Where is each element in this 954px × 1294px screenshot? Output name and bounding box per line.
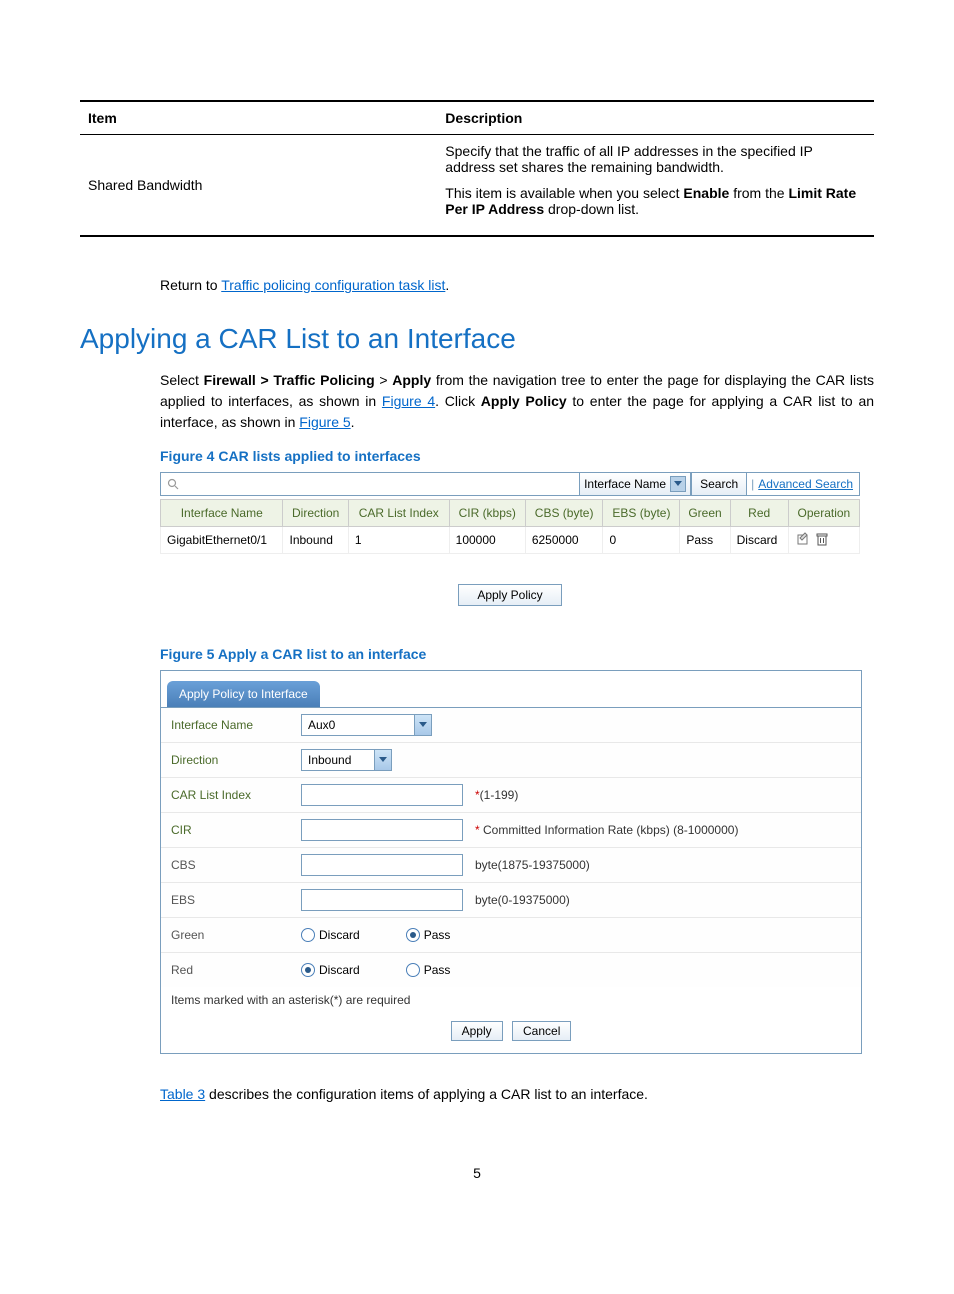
th-desc: Description (437, 101, 874, 135)
trash-icon[interactable] (814, 531, 830, 547)
search-bar: Interface Name Search | Advanced Search (160, 472, 860, 496)
direction-select[interactable]: Inbound (301, 749, 392, 771)
table3-link[interactable]: Table 3 (160, 1086, 205, 1102)
figure4-caption: Figure 4 CAR lists applied to interfaces (160, 448, 874, 464)
operation-cell (788, 527, 859, 554)
th-cir: CIR (kbps) (449, 500, 525, 527)
search-field-dropdown[interactable]: Interface Name (579, 472, 691, 496)
search-button[interactable]: Search (691, 472, 747, 496)
cell-desc: Specify that the traffic of all IP addre… (437, 135, 874, 237)
label-ebs: EBS (171, 893, 301, 907)
edit-icon[interactable] (795, 531, 811, 547)
table-row: GigabitEthernet0/1 Inbound 1 100000 6250… (161, 527, 860, 554)
red-discard-radio[interactable]: Discard (301, 963, 360, 977)
car-list-index-input[interactable] (301, 784, 463, 806)
row-car-list-index: CAR List Index *(1-199) (161, 778, 861, 813)
green-discard-radio[interactable]: Discard (301, 928, 360, 942)
cell-item: Shared Bandwidth (80, 135, 437, 237)
ebs-input[interactable] (301, 889, 463, 911)
label-red: Red (171, 963, 301, 977)
apply-policy-button[interactable]: Apply Policy (458, 584, 562, 606)
search-input[interactable] (185, 473, 579, 495)
table3-paragraph: Table 3 describes the configuration item… (160, 1084, 874, 1105)
figure4-screenshot: Interface Name Search | Advanced Search … (160, 472, 860, 606)
cbs-input[interactable] (301, 854, 463, 876)
label-car-list-index: CAR List Index (171, 788, 301, 802)
label-cbs: CBS (171, 858, 301, 872)
radio-icon (406, 963, 420, 977)
section-heading: Applying a CAR List to an Interface (80, 323, 874, 355)
figure5-caption: Figure 5 Apply a CAR list to an interfac… (160, 646, 874, 662)
return-link[interactable]: Traffic policing configuration task list (221, 277, 445, 293)
car-list-table: Interface Name Direction CAR List Index … (160, 499, 860, 554)
row-green: Green Discard Pass (161, 918, 861, 953)
th-green: Green (680, 500, 730, 527)
chevron-down-icon (670, 476, 686, 492)
label-interface-name: Interface Name (171, 718, 301, 732)
search-field-value: Interface Name (584, 477, 666, 491)
cir-input[interactable] (301, 819, 463, 841)
item-description-table: Item Description Shared Bandwidth Specif… (80, 100, 874, 237)
figure5-screenshot: Apply Policy to Interface Interface Name… (160, 670, 862, 1054)
row-interface-name: Interface Name Aux0 (161, 708, 861, 743)
radio-icon (301, 928, 315, 942)
interface-name-select[interactable]: Aux0 (301, 714, 432, 736)
tab-apply-policy[interactable]: Apply Policy to Interface (167, 681, 320, 707)
red-pass-radio[interactable]: Pass (406, 963, 451, 977)
row-cir: CIR * Committed Information Rate (kbps) … (161, 813, 861, 848)
cancel-button[interactable]: Cancel (512, 1021, 571, 1041)
th-cbs: CBS (byte) (525, 500, 603, 527)
green-pass-radio[interactable]: Pass (406, 928, 451, 942)
form-button-row: Apply Cancel (161, 1013, 861, 1053)
advanced-search-link[interactable]: Advanced Search (758, 477, 859, 491)
desc-line2: This item is available when you select E… (445, 185, 866, 217)
th-red: Red (730, 500, 788, 527)
tab-bar: Apply Policy to Interface (161, 677, 861, 707)
figure4-link[interactable]: Figure 4 (382, 393, 435, 409)
row-ebs: EBS byte(0-19375000) (161, 883, 861, 918)
figure5-link[interactable]: Figure 5 (299, 414, 350, 430)
th-interface: Interface Name (161, 500, 283, 527)
th-carlist: CAR List Index (348, 500, 449, 527)
required-note: Items marked with an asterisk(*) are req… (161, 987, 861, 1013)
th-ebs: EBS (byte) (603, 500, 680, 527)
page-number: 5 (80, 1165, 874, 1181)
th-operation: Operation (788, 500, 859, 527)
radio-icon (301, 963, 315, 977)
chevron-down-icon (414, 715, 431, 735)
return-line: Return to Traffic policing configuration… (160, 277, 874, 293)
label-green: Green (171, 928, 301, 942)
th-item: Item (80, 101, 437, 135)
row-red: Red Discard Pass (161, 953, 861, 987)
row-direction: Direction Inbound (161, 743, 861, 778)
desc-line1: Specify that the traffic of all IP addre… (445, 143, 866, 175)
apply-button[interactable]: Apply (451, 1021, 503, 1041)
row-cbs: CBS byte(1875-19375000) (161, 848, 861, 883)
th-direction: Direction (283, 500, 348, 527)
intro-paragraph: Select Firewall > Traffic Policing > App… (160, 370, 874, 433)
search-icon (161, 478, 185, 490)
label-direction: Direction (171, 753, 301, 767)
radio-icon (406, 928, 420, 942)
label-cir: CIR (171, 823, 301, 837)
chevron-down-icon (374, 750, 391, 770)
